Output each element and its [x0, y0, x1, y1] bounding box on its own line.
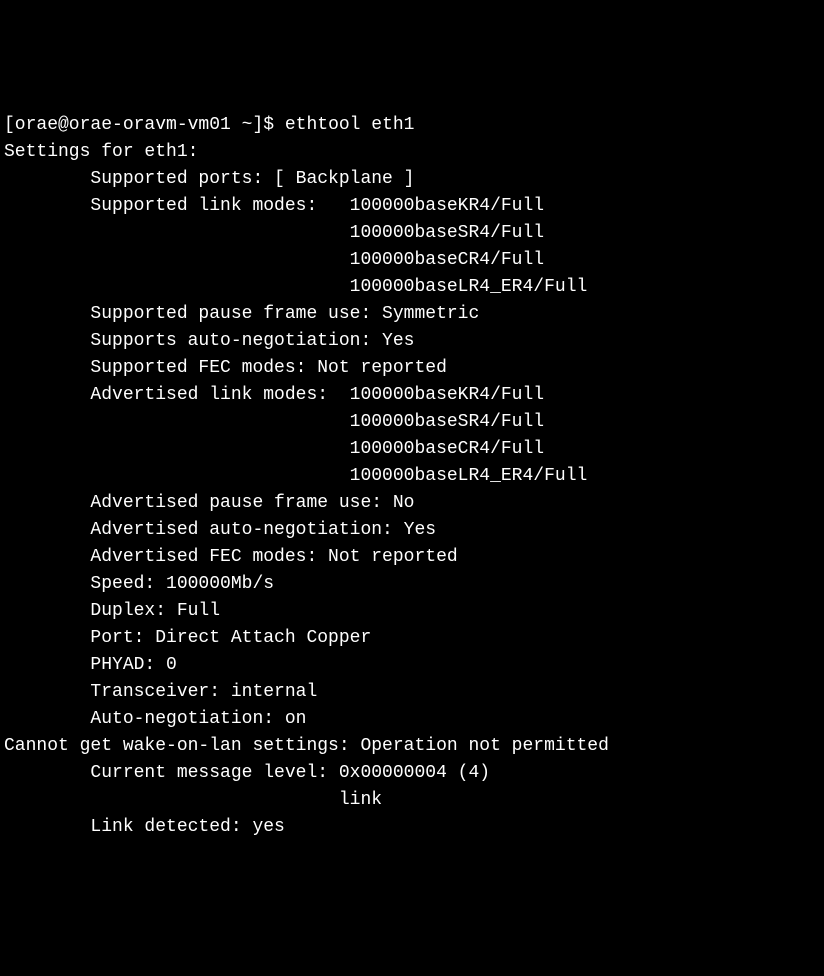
supported-pause: Supported pause frame use: Symmetric: [4, 301, 820, 328]
supported-mode-2: 100000baseCR4/Full: [4, 247, 820, 274]
settings-header: Settings for eth1:: [4, 139, 820, 166]
advertised-autoneg: Advertised auto-negotiation: Yes: [4, 517, 820, 544]
port: Port: Direct Attach Copper: [4, 625, 820, 652]
advertised-mode-2: 100000baseCR4/Full: [4, 436, 820, 463]
duplex: Duplex: Full: [4, 598, 820, 625]
advertised-pause: Advertised pause frame use: No: [4, 490, 820, 517]
link-detected: Link detected: yes: [4, 814, 820, 841]
autoneg: Auto-negotiation: on: [4, 706, 820, 733]
supports-autoneg: Supports auto-negotiation: Yes: [4, 328, 820, 355]
supported-link-modes-line: Supported link modes: 100000baseKR4/Full: [4, 193, 820, 220]
advertised-mode-0: 100000baseKR4/Full: [350, 385, 544, 405]
phyad: PHYAD: 0: [4, 652, 820, 679]
supported-mode-0: 100000baseKR4/Full: [350, 196, 544, 216]
supported-mode-1: 100000baseSR4/Full: [4, 220, 820, 247]
advertised-mode-1: 100000baseSR4/Full: [4, 409, 820, 436]
msg-level-sub: link: [4, 787, 820, 814]
msg-level: Current message level: 0x00000004 (4): [4, 760, 820, 787]
supported-link-modes-label: Supported link modes:: [4, 196, 350, 216]
advertised-fec: Advertised FEC modes: Not reported: [4, 544, 820, 571]
speed: Speed: 100000Mb/s: [4, 571, 820, 598]
supported-mode-3: 100000baseLR4_ER4/Full: [4, 274, 820, 301]
supported-ports: Supported ports: [ Backplane ]: [4, 166, 820, 193]
command-text: ethtool eth1: [285, 115, 415, 135]
wol-error: Cannot get wake-on-lan settings: Operati…: [4, 733, 820, 760]
prompt-line[interactable]: [orae@orae-oravm-vm01 ~]$ ethtool eth1: [4, 112, 820, 139]
advertised-link-modes-line: Advertised link modes: 100000baseKR4/Ful…: [4, 382, 820, 409]
supported-fec: Supported FEC modes: Not reported: [4, 355, 820, 382]
advertised-mode-3: 100000baseLR4_ER4/Full: [4, 463, 820, 490]
shell-prompt: [orae@orae-oravm-vm01 ~]$: [4, 115, 285, 135]
transceiver: Transceiver: internal: [4, 679, 820, 706]
advertised-link-modes-label: Advertised link modes:: [4, 385, 350, 405]
